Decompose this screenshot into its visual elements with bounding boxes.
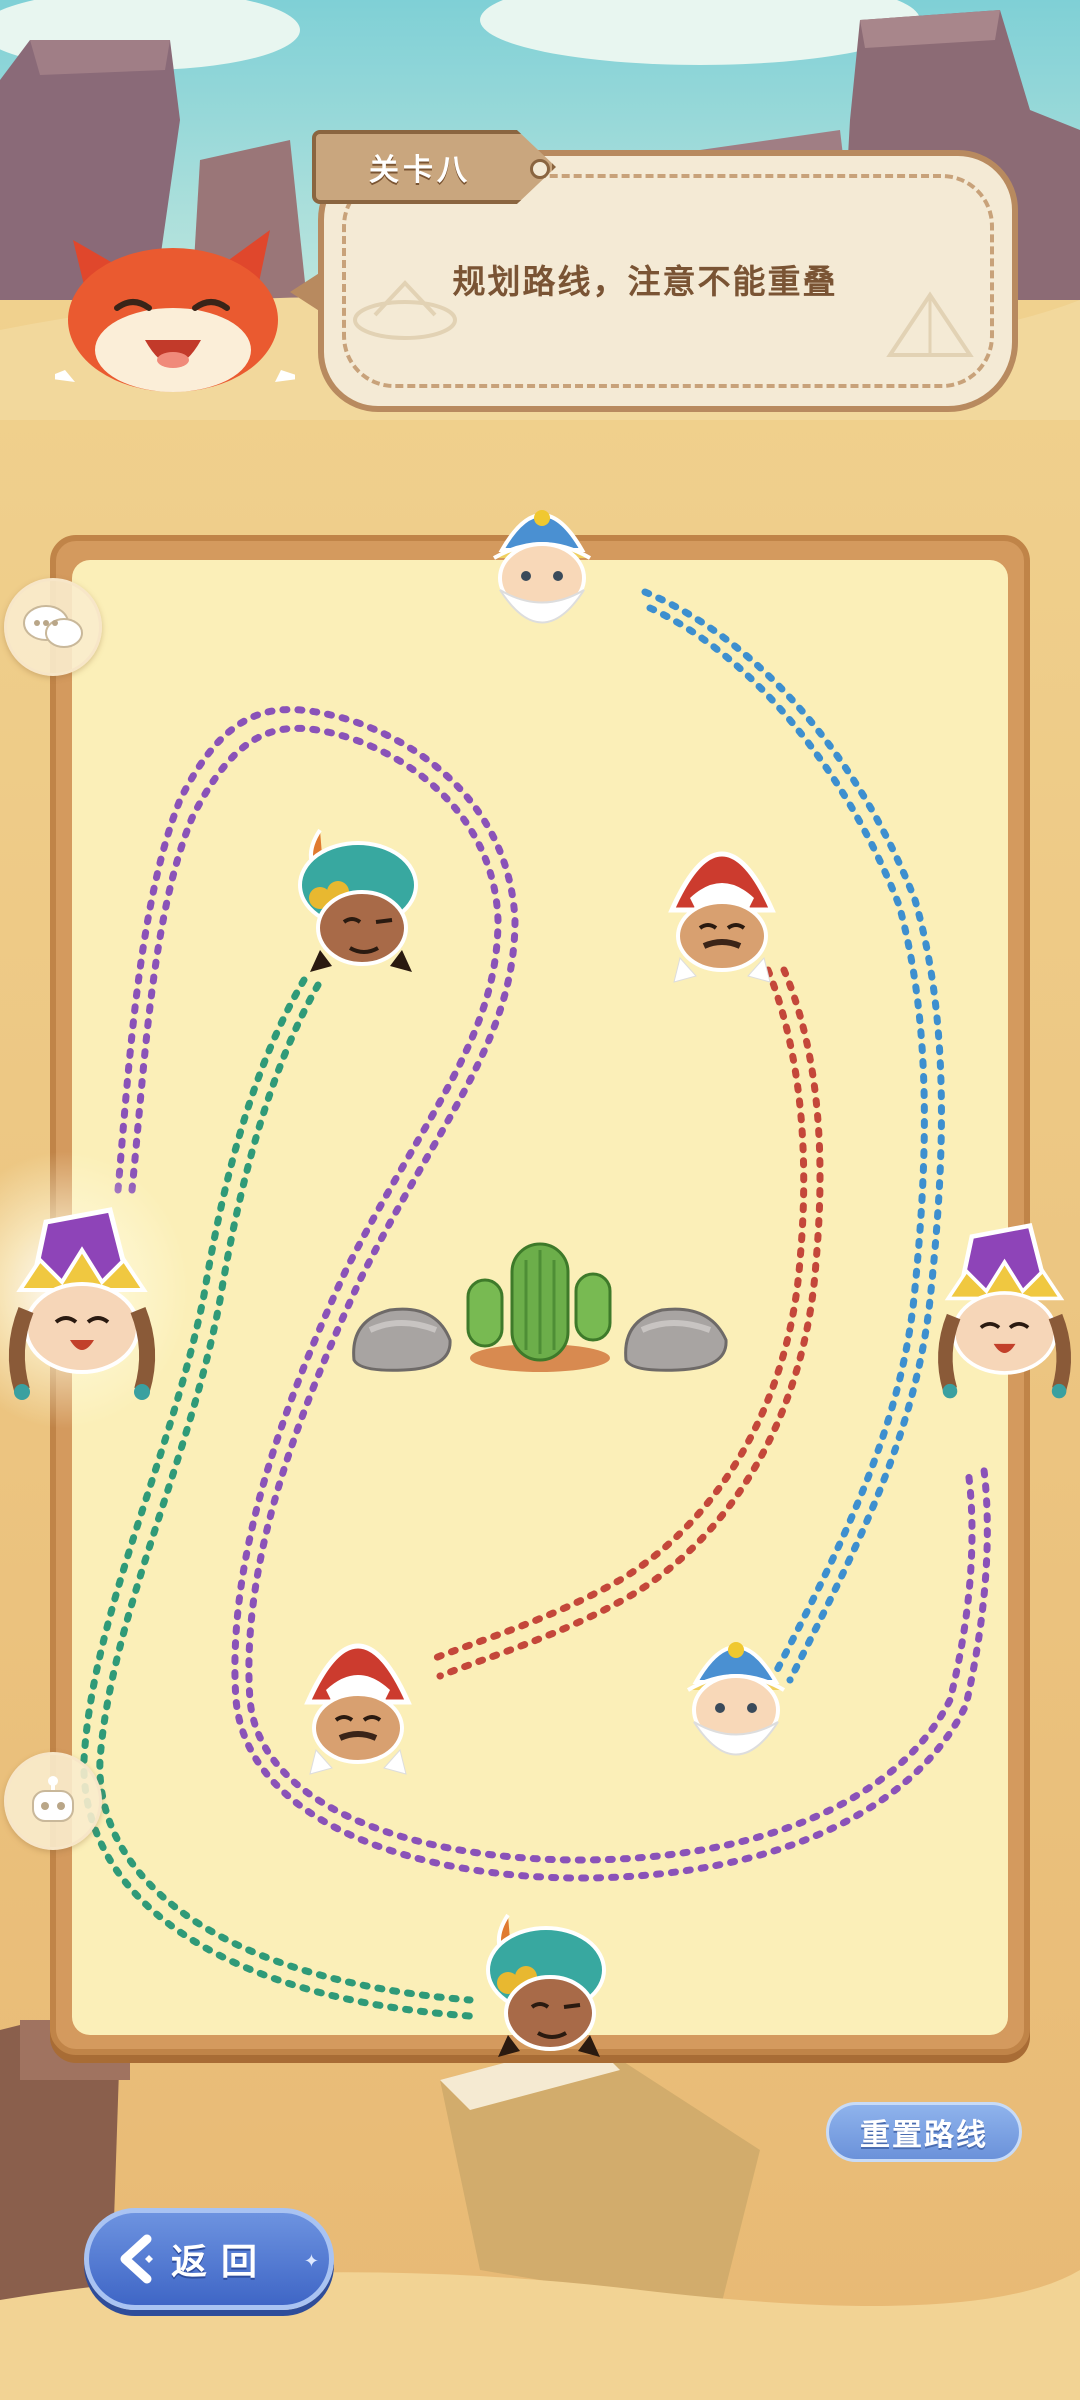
cactus bbox=[466, 1242, 612, 1372]
robot-button[interactable] bbox=[4, 1752, 102, 1850]
teal-route bbox=[96, 981, 474, 2004]
cactus-obstacle bbox=[352, 1242, 728, 1372]
rock-right bbox=[624, 1307, 728, 1372]
blue-route bbox=[641, 588, 945, 1684]
old-wizard-top[interactable] bbox=[478, 490, 606, 640]
chat-bubbles-icon bbox=[23, 605, 83, 648]
rock-left bbox=[352, 1307, 452, 1372]
gnome-top[interactable] bbox=[652, 818, 792, 988]
back-arrow-icon bbox=[120, 2234, 153, 2284]
game-scene: 关卡八 规划路线，注意不能重叠 重置路线 返回 ✦ bbox=[0, 0, 1080, 2400]
back-label: 返回 bbox=[171, 2241, 272, 2282]
turban-man-bottom[interactable] bbox=[468, 1905, 618, 2065]
robot-icon bbox=[32, 1776, 74, 1822]
reset-route-button[interactable]: 重置路线 bbox=[826, 2102, 1022, 2162]
old-wizard-bottom[interactable] bbox=[672, 1622, 800, 1772]
gnome-bottom[interactable] bbox=[288, 1610, 428, 1780]
back-button[interactable]: 返回 ✦ bbox=[84, 2208, 334, 2310]
turban-man-top[interactable] bbox=[280, 820, 430, 980]
princess-left[interactable] bbox=[0, 1200, 165, 1400]
princess-right[interactable] bbox=[930, 1215, 1080, 1400]
chat-button[interactable] bbox=[4, 578, 102, 676]
reset-route-label: 重置路线 bbox=[860, 2119, 988, 2152]
sparkle-icon: ✦ bbox=[303, 2251, 319, 2271]
